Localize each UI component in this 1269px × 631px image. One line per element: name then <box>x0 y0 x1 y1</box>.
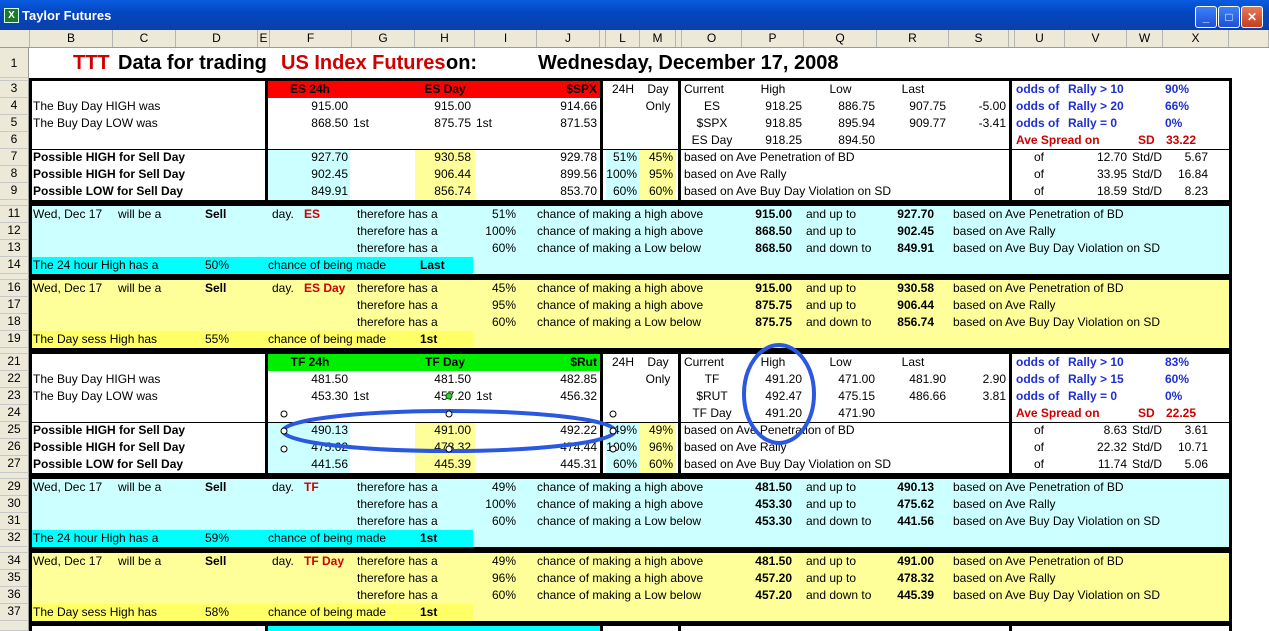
shape-handle[interactable] <box>280 427 288 435</box>
annotation-layer <box>280 343 816 453</box>
rotate-handle[interactable] <box>445 392 453 400</box>
shape-handle[interactable] <box>280 445 288 453</box>
shape-handle[interactable] <box>609 427 617 435</box>
shape-handle[interactable] <box>445 410 453 418</box>
shape-handle[interactable] <box>609 410 617 418</box>
shape-handle[interactable] <box>445 445 453 453</box>
shape-handle[interactable] <box>609 445 617 453</box>
shape-handle[interactable] <box>280 410 288 418</box>
annotation-ellipse-vertical[interactable] <box>742 343 816 445</box>
